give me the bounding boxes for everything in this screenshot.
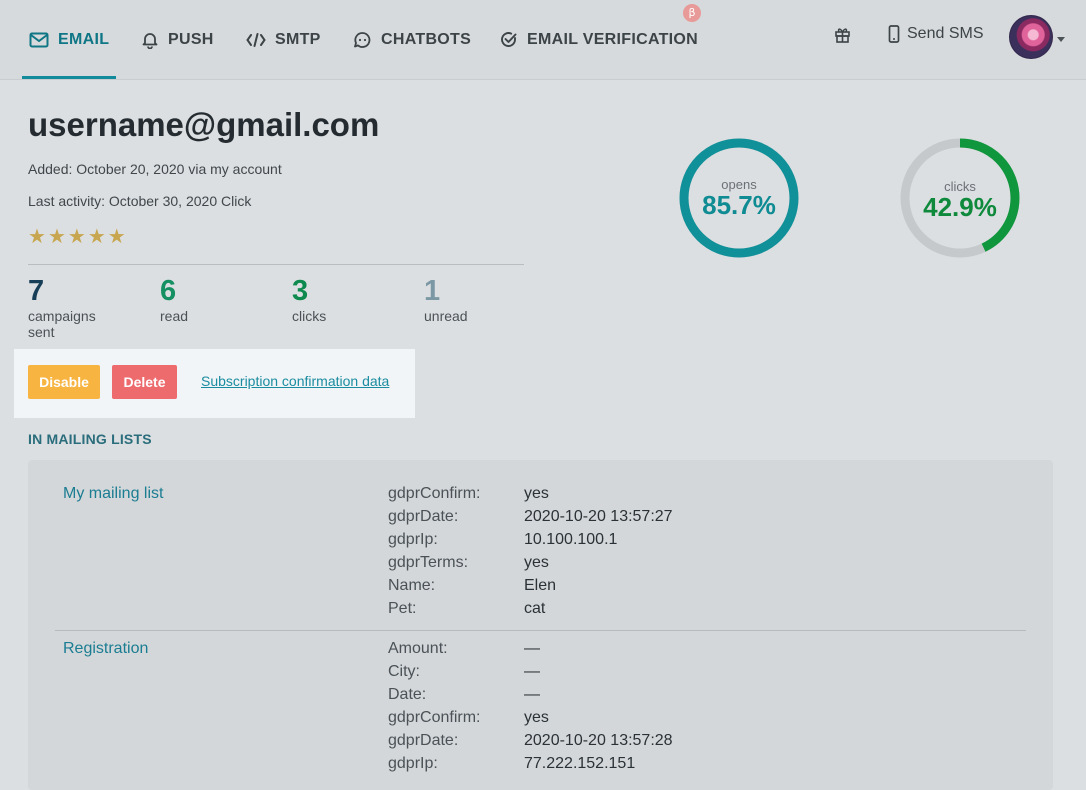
stat-label: unread [424, 308, 468, 324]
divider [55, 630, 1026, 631]
field-key: gdprDate: [388, 508, 459, 525]
phone-icon [888, 25, 900, 43]
page-title: username@gmail.com [28, 106, 380, 143]
tab-email-verification[interactable]: EMAIL VERIFICATION [499, 0, 698, 79]
last-activity-info: Last activity: October 30, 2020 Click [28, 193, 252, 209]
field-key: gdprIp: [388, 755, 438, 772]
field-value: — [524, 640, 540, 657]
mailing-list-link[interactable]: Registration [63, 640, 148, 658]
chat-bubble-icon [354, 31, 371, 48]
field-key: Pet: [388, 600, 417, 617]
opens-gauge: opens 85.7% [677, 136, 801, 260]
star-icon: ★ [107, 224, 126, 248]
stat-value: 3 [292, 275, 309, 307]
field-row: gdprConfirm: yes [388, 485, 549, 508]
star-icon: ★ [28, 224, 46, 248]
stat-unread: 1 unread [424, 274, 504, 324]
opens-value: 85.7% [702, 190, 776, 220]
clicks-value: 42.9% [923, 192, 997, 222]
beta-badge: β [683, 4, 701, 22]
stat-label: read [160, 308, 189, 324]
field-row: Pet: cat [388, 600, 545, 623]
field-value: 10.100.100.1 [524, 531, 618, 548]
field-key: Amount: [388, 640, 448, 657]
stat-read: 6 read [160, 274, 240, 324]
field-value: 2020-10-20 13:57:28 [524, 732, 673, 749]
field-key: gdprConfirm: [388, 709, 481, 726]
field-value: — [524, 686, 540, 703]
tab-chatbots[interactable]: CHATBOTS [353, 0, 471, 79]
field-row: Amount: — [388, 640, 540, 663]
field-row: gdprIp: 10.100.100.1 [388, 531, 617, 554]
star-icon: ★ [87, 224, 106, 248]
field-row: City: — [388, 663, 540, 686]
tab-smtp[interactable]: SMTP [246, 0, 321, 79]
field-key: City: [388, 663, 420, 680]
check-circle-icon [501, 32, 517, 47]
rating-stars: ★ ★ ★ ★ ★ [28, 226, 126, 246]
field-key: gdprConfirm: [388, 485, 481, 502]
field-row: Name: Elen [388, 577, 556, 600]
envelope-icon [29, 32, 49, 47]
field-key: gdprTerms: [388, 554, 469, 571]
mailing-list-link[interactable]: My mailing list [63, 485, 163, 503]
chevron-down-icon[interactable] [1057, 37, 1065, 42]
bell-icon [142, 32, 158, 49]
field-value: 2020-10-20 13:57:27 [524, 508, 673, 525]
star-icon: ★ [67, 224, 86, 248]
field-value: cat [524, 600, 546, 617]
send-sms-label: Send SMS [907, 25, 984, 42]
section-title: IN MAILING LISTS [28, 431, 152, 447]
field-row: gdprConfirm: yes [388, 709, 549, 732]
field-value: yes [524, 554, 549, 571]
star-icon: ★ [47, 224, 66, 248]
tab-email-verification-label: EMAIL VERIFICATION [527, 30, 699, 48]
send-sms-button[interactable]: Send SMS [888, 22, 983, 46]
stat-campaigns-sent: 7 campaigns sent [28, 274, 108, 340]
field-key: gdprDate: [388, 732, 459, 749]
clicks-gauge: clicks 42.9% [898, 136, 1022, 260]
subscription-confirmation-link[interactable]: Subscription confirmation data [201, 373, 389, 389]
code-icon [246, 32, 266, 47]
field-key: Date: [388, 686, 427, 703]
divider [28, 264, 524, 265]
stat-clicks: 3 clicks [292, 274, 372, 324]
field-value: 77.222.152.151 [524, 755, 636, 772]
field-value: — [524, 663, 540, 680]
top-navigation: EMAIL PUSH SMTP CHATBOTS EMAIL VERIFICAT… [0, 0, 1086, 80]
gift-icon[interactable] [834, 26, 851, 43]
stat-label: clicks [292, 308, 327, 324]
field-value: Elen [524, 577, 557, 594]
tab-smtp-label: SMTP [275, 30, 321, 48]
field-key: Name: [388, 577, 436, 594]
tab-email-label: EMAIL [58, 30, 110, 48]
added-info: Added: October 20, 2020 via my account [28, 161, 282, 177]
stat-label: campaigns sent [28, 308, 96, 340]
avatar[interactable] [1009, 15, 1053, 59]
delete-button[interactable]: Delete [112, 365, 177, 399]
tab-chatbots-label: CHATBOTS [381, 30, 472, 48]
tab-push-label: PUSH [168, 30, 214, 48]
field-row: gdprDate: 2020-10-20 13:57:28 [388, 732, 673, 755]
field-row: gdprIp: 77.222.152.151 [388, 755, 635, 778]
stat-value: 1 [424, 275, 441, 307]
field-row: gdprDate: 2020-10-20 13:57:27 [388, 508, 673, 531]
stat-value: 6 [160, 275, 177, 307]
field-value: yes [524, 485, 549, 502]
tab-email[interactable]: EMAIL [21, 0, 117, 79]
disable-button[interactable]: Disable [28, 365, 100, 399]
page: EMAIL PUSH SMTP CHATBOTS EMAIL VERIFICAT… [0, 0, 1086, 790]
field-value: yes [524, 709, 549, 726]
tab-push[interactable]: PUSH [141, 0, 214, 79]
field-row: gdprTerms: yes [388, 554, 549, 577]
field-row: Date: — [388, 686, 540, 709]
stat-value: 7 [28, 275, 45, 307]
field-key: gdprIp: [388, 531, 438, 548]
